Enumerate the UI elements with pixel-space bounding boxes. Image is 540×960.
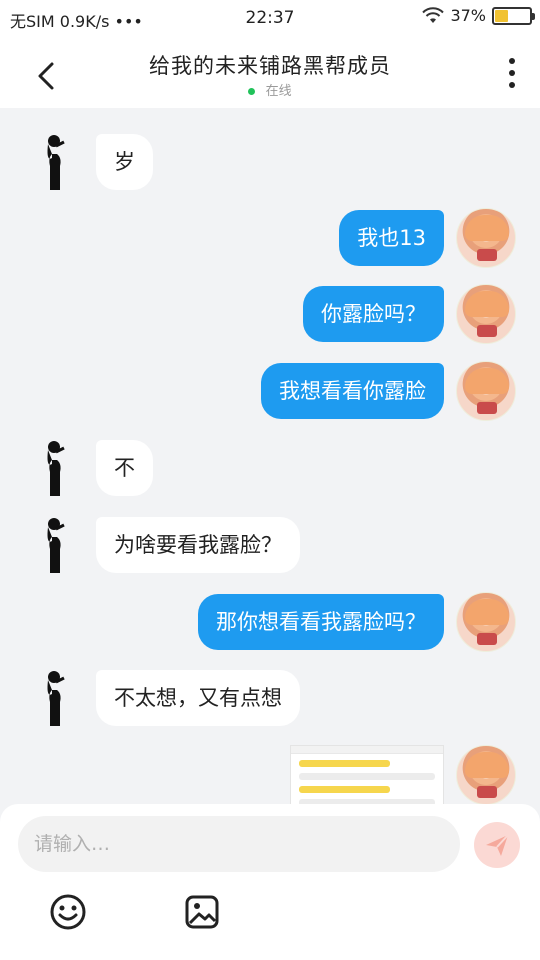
battery-percent: 37% xyxy=(450,6,486,25)
incoming-message-bubble[interactable]: 为啥要看我露脸？ xyxy=(96,517,300,573)
message-row xyxy=(0,745,540,807)
message-list[interactable]: 岁我也13 你露脸吗？ 我想看看你露脸不为啥要看我露脸？ 那你想看看我露脸吗？ 不太想，… xyxy=(0,108,540,808)
wifi-icon xyxy=(422,6,445,23)
battery-level xyxy=(495,9,508,22)
my-avatar[interactable] xyxy=(456,361,516,421)
outgoing-message-bubble[interactable]: 我也13 xyxy=(339,210,444,266)
image-picker-button[interactable] xyxy=(182,892,222,932)
my-avatar[interactable] xyxy=(456,208,516,268)
online-dot xyxy=(248,88,256,95)
image-message-thumbnail[interactable] xyxy=(290,745,444,805)
emoji-button[interactable] xyxy=(48,892,88,932)
message-row: 不太想，又有点想 xyxy=(0,668,540,730)
more-vertical-icon xyxy=(506,58,518,88)
chat-title: 给我的未来铺路黑帮成员 xyxy=(149,54,391,78)
my-avatar[interactable] xyxy=(456,284,516,344)
emoji-icon xyxy=(50,894,86,930)
incoming-message-bubble[interactable]: 不太想，又有点想 xyxy=(96,670,300,726)
incoming-message-bubble[interactable]: 不 xyxy=(96,440,153,496)
status-bar: 无SIM 0.9K/s ••• 22:37 37% xyxy=(0,0,540,36)
contact-avatar[interactable] xyxy=(42,438,82,498)
contact-avatar[interactable] xyxy=(42,668,82,728)
message-row: 为啥要看我露脸？ xyxy=(0,515,540,577)
message-row: 我想看看你露脸 xyxy=(0,361,540,423)
incoming-message-bubble[interactable]: 岁 xyxy=(96,134,153,190)
presence-status: 在线 xyxy=(0,80,540,99)
more-options-button[interactable] xyxy=(506,56,518,90)
image-icon xyxy=(185,895,219,929)
message-row: 那你想看看我露脸吗？ xyxy=(0,592,540,654)
send-icon xyxy=(486,834,509,856)
my-avatar[interactable] xyxy=(456,745,516,805)
contact-avatar[interactable] xyxy=(42,515,82,575)
message-row: 不 xyxy=(0,438,540,500)
outgoing-message-bubble[interactable]: 你露脸吗？ xyxy=(303,286,444,342)
message-row: 我也13 xyxy=(0,208,540,270)
message-row: 岁 xyxy=(0,132,540,194)
outgoing-message-bubble[interactable]: 我想看看你露脸 xyxy=(261,363,444,419)
contact-avatar[interactable] xyxy=(42,132,82,192)
my-avatar[interactable] xyxy=(456,592,516,652)
outgoing-message-bubble[interactable]: 那你想看看我露脸吗？ xyxy=(198,594,444,650)
message-row: 你露脸吗？ xyxy=(0,284,540,346)
status-right: 37% xyxy=(422,6,535,25)
message-input[interactable] xyxy=(18,816,460,872)
composer xyxy=(0,804,540,960)
battery-icon xyxy=(492,6,535,25)
chat-header: 给我的未来铺路黑帮成员 在线 xyxy=(0,36,540,108)
presence-label: 在线 xyxy=(265,84,292,99)
send-button[interactable] xyxy=(474,822,520,868)
